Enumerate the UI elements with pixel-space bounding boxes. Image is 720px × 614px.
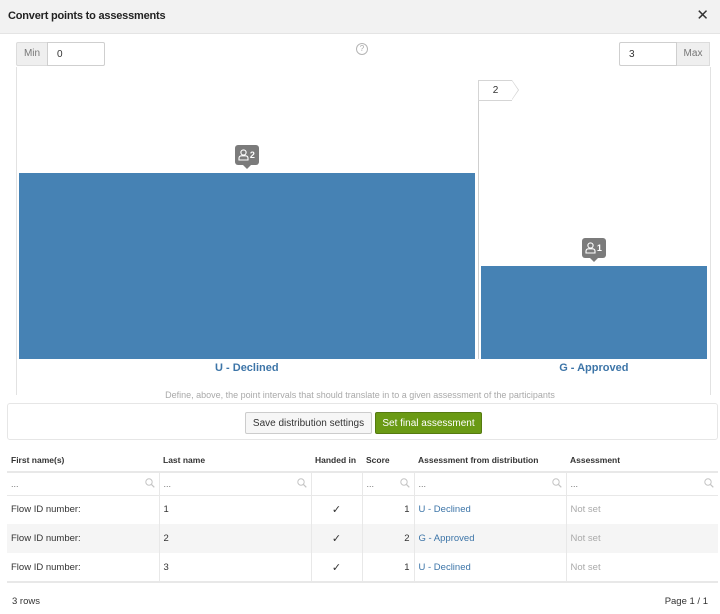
bar-u-declined [19,173,475,359]
column-header-last-name[interactable]: Last name [159,449,311,473]
min-range-group: Min [16,42,105,66]
check-icon: ✓ [310,553,362,583]
table-row[interactable]: Flow ID number: 1 ✓ 1 U - Declined Not s… [7,495,718,524]
column-header-score[interactable]: Score [362,449,414,473]
cell-first-name: Flow ID number: [7,495,159,524]
save-distribution-button[interactable]: Save distribution settings [245,412,372,434]
threshold-handle[interactable]: 2 [478,80,519,101]
table-row[interactable]: Flow ID number: 2 ✓ 2 G - Approved Not s… [7,524,718,553]
cell-score: 1 [361,553,414,583]
cell-distribution-link[interactable]: U - Declined [413,553,566,583]
max-range-group: Max [619,42,710,66]
cell-assessment: Not set [565,495,718,524]
search-icon [551,478,562,488]
max-label: Max [677,42,710,66]
cell-last-name: 1 [158,495,311,524]
participant-count-badge: 2 [234,145,259,169]
threshold-line[interactable] [478,101,479,359]
max-input[interactable] [619,42,677,66]
cell-distribution-link[interactable]: U - Declined [413,495,566,524]
filter-assessment-input[interactable] [570,474,714,493]
cell-first-name: Flow ID number: [7,524,159,553]
column-header-first-name[interactable]: First name(s) [7,449,159,473]
filter-row [7,472,718,496]
row-count: 3 rows [12,596,40,607]
filter-first-name-input[interactable] [11,474,155,493]
participant-count-badge: 1 [581,238,606,262]
set-final-assessment-button[interactable]: Set final assessment [375,412,482,434]
cell-last-name: 3 [158,553,311,583]
search-icon [399,478,410,488]
cell-last-name: 2 [158,524,311,553]
column-header-assessment-from-distribution[interactable]: Assessment from distribution [414,449,566,473]
cell-score: 1 [361,495,414,524]
dialog-header: Convert points to assessments ✕ [0,0,720,34]
category-label: U - Declined [215,362,279,374]
cell-score: 2 [361,524,414,553]
table-row[interactable]: Flow ID number: 3 ✓ 1 U - Declined Not s… [7,553,718,583]
participants-table: First name(s) Last name Handed in Score … [7,449,718,614]
chart-left-border [16,67,17,395]
min-input[interactable] [47,42,105,66]
close-icon[interactable]: ✕ [696,8,709,23]
cell-distribution-link[interactable]: G - Approved [413,524,566,553]
category-label: G - Approved [559,362,629,374]
search-icon [704,478,714,488]
filter-distribution-input[interactable] [418,474,562,493]
filter-handed-in-empty [310,472,362,496]
cell-assessment: Not set [565,553,718,583]
bar-g-approved [480,266,707,359]
check-icon: ✓ [310,495,362,524]
user-icon [238,149,249,161]
participant-count: 2 [249,150,255,160]
search-icon [296,478,307,488]
filter-last-name-input[interactable] [163,474,307,493]
min-label: Min [16,42,47,66]
hint-text: Define, above, the point intervals that … [165,390,555,400]
question-circle-icon[interactable]: ? [356,43,368,55]
table-header-row: First name(s) Last name Handed in Score … [7,449,718,473]
dialog-title: Convert points to assessments [8,10,166,22]
actions-panel: Save distribution settings Set final ass… [7,403,718,440]
search-icon [144,478,155,488]
column-header-handed-in[interactable]: Handed in [311,449,362,473]
user-icon [585,242,596,254]
participant-count: 1 [596,243,602,253]
column-header-assessment[interactable]: Assessment [566,449,718,473]
page-indicator: Page 1 / 1 [664,596,708,607]
chart-right-border [710,67,711,395]
check-icon: ✓ [310,524,362,553]
cell-first-name: Flow ID number: [7,553,159,583]
cell-assessment: Not set [565,524,718,553]
